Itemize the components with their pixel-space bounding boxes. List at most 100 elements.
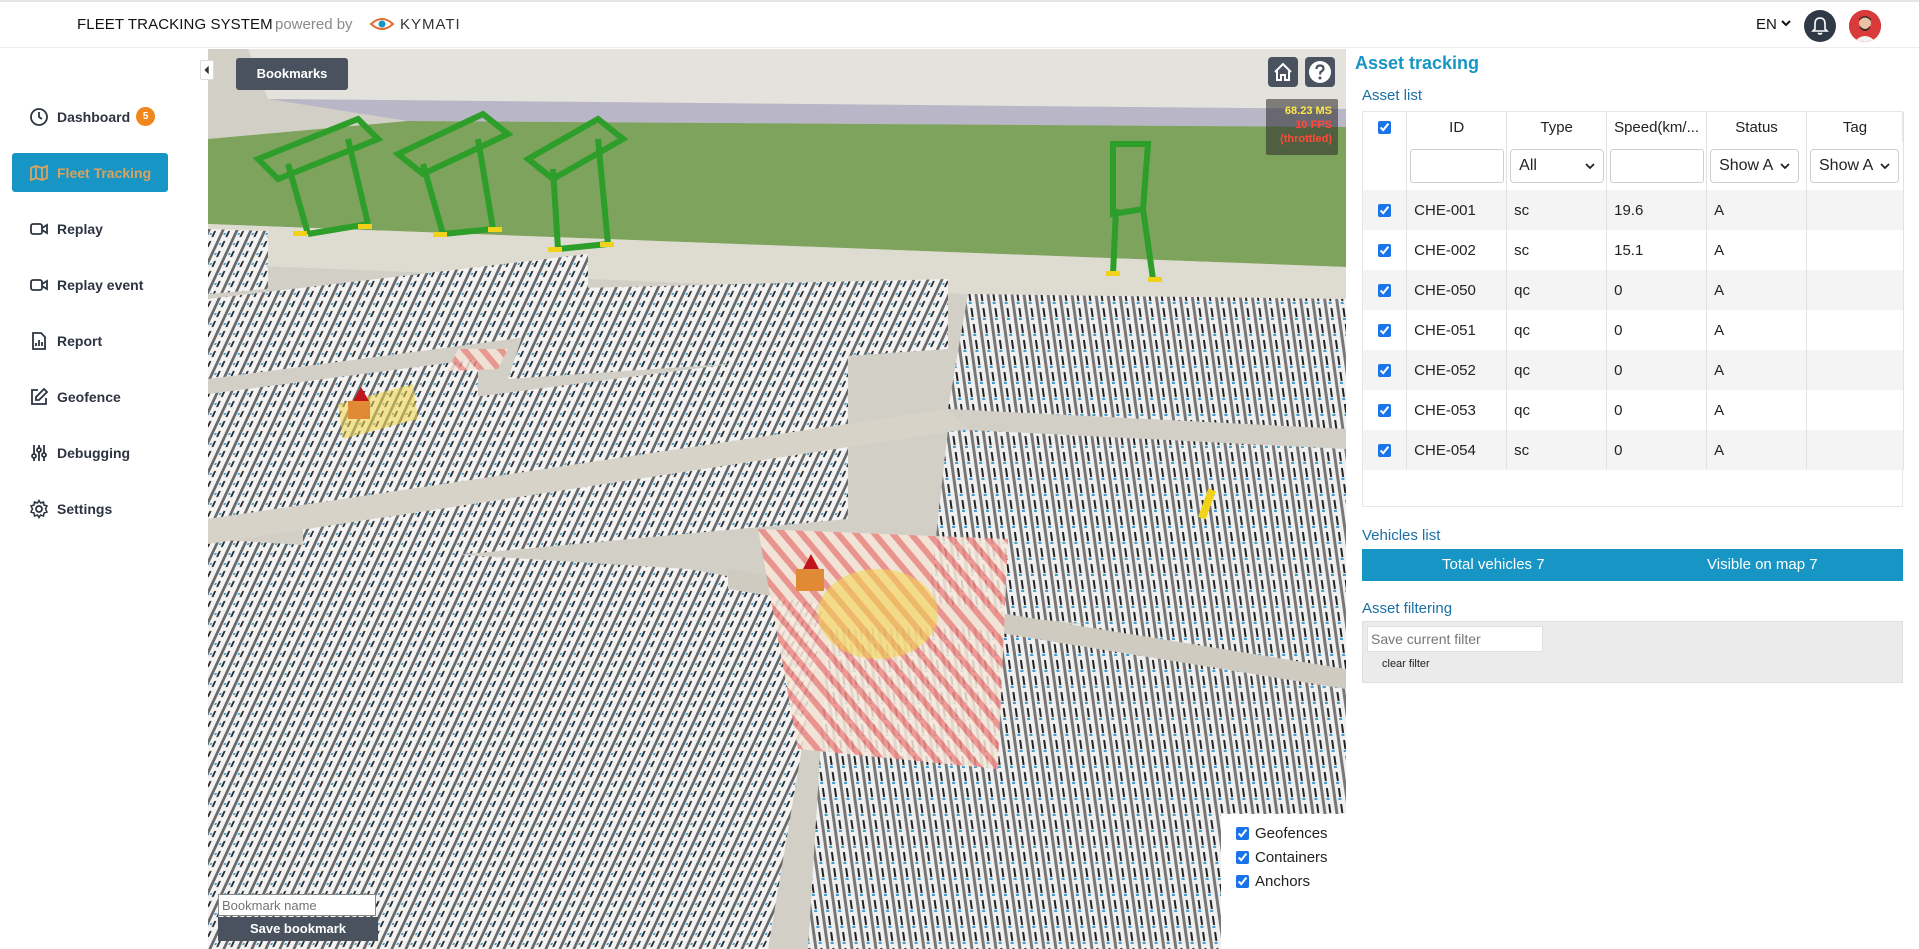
bell-icon[interactable] [1804,10,1836,42]
column-header-tag[interactable]: Tag [1806,112,1904,142]
home-button[interactable] [1268,57,1298,87]
layer-anchors[interactable]: Anchors [1221,873,1310,890]
row-checkbox-cell [1363,430,1408,470]
cell-tag [1806,190,1904,230]
sidebar-item-report[interactable]: Report [12,321,168,360]
row-checkbox-cell [1363,270,1408,310]
status-filter-value: Show A [1719,157,1774,174]
containers-checkbox[interactable] [1236,851,1249,864]
powered-by-text: powered by [275,16,353,33]
top-bar: FLEET TRACKING SYSTEM powered by KYMATI … [0,0,1919,48]
table-row[interactable]: CHE-050 qc 0 A [1363,270,1904,310]
chevron-down-icon [1880,163,1890,170]
status-filter-select[interactable]: Show A [1710,149,1800,183]
row-checkbox[interactable] [1378,284,1392,298]
sidebar-item-fleet-tracking[interactable]: Fleet Tracking [12,153,168,192]
table-row[interactable]: CHE-052 qc 0 A [1363,350,1904,390]
chevron-down-icon [1780,163,1790,170]
throttled-readout: (throttled) [1280,133,1332,145]
select-all-checkbox[interactable] [1378,121,1392,135]
ms-readout: 68.23 MS [1284,105,1332,117]
speed-filter-input[interactable] [1610,149,1705,183]
row-checkbox-cell [1363,350,1408,390]
map-3d-view[interactable]: Bookmarks 68.23 MS 10 FPS (throttled) Ge… [208,49,1346,949]
cell-speed: 19.6 [1606,190,1708,230]
sidebar: Dashboard 5 Fleet Tracking Replay Replay… [0,49,208,949]
asset-table: ID Type Speed(km/... Status Tag All Show… [1362,111,1904,507]
layer-label: Geofences [1255,825,1328,842]
sidebar-item-geofence[interactable]: Geofence [12,377,168,416]
cell-speed: 0 [1606,390,1708,430]
table-row[interactable]: CHE-001 sc 19.6 A [1363,190,1904,230]
row-checkbox[interactable] [1378,404,1392,418]
language-selector[interactable]: EN [1756,16,1777,33]
map-icon [30,164,48,181]
row-checkbox[interactable] [1378,324,1392,338]
cell-id: CHE-054 [1406,430,1508,470]
fps-readout: 10 FPS [1295,119,1332,131]
save-bookmark-button[interactable]: Save bookmark [218,917,378,941]
sidebar-item-debugging[interactable]: Debugging [12,433,168,472]
column-header-speed[interactable]: Speed(km/... [1606,112,1708,142]
gear-icon [29,498,49,519]
question-icon [1309,61,1331,83]
row-checkbox[interactable] [1378,444,1392,458]
bookmark-name-input[interactable] [218,894,376,916]
sidebar-collapse-toggle[interactable] [200,60,214,80]
vehicles-summary-bar: Total vehicles 7 Visible on map 7 [1362,549,1903,581]
cell-type: qc [1506,270,1608,310]
type-filter-select[interactable]: All [1510,149,1605,183]
chevron-down-icon[interactable] [1780,17,1792,29]
row-checkbox-cell [1363,390,1408,430]
total-vehicles-count: Total vehicles 7 [1442,556,1545,573]
sidebar-item-label: Fleet Tracking [57,164,152,181]
notification-badge: 5 [136,107,156,126]
chevron-left-icon [204,65,209,75]
layer-geofences[interactable]: Geofences [1221,825,1328,842]
cell-status: A [1706,270,1807,310]
asset-filtering-label: Asset filtering [1362,600,1453,617]
cell-speed: 0 [1606,430,1708,470]
help-button[interactable] [1305,57,1335,87]
geofences-checkbox[interactable] [1236,827,1249,840]
column-header-status[interactable]: Status [1706,112,1807,142]
layer-label: Containers [1255,849,1328,866]
kymati-logo-text: KYMATI [400,16,461,33]
table-row[interactable]: CHE-051 qc 0 A [1363,310,1904,350]
column-header-id[interactable]: ID [1406,112,1508,142]
save-filter-input[interactable] [1367,626,1543,652]
layer-containers[interactable]: Containers [1221,849,1328,866]
status-filter-cell: Show A [1706,142,1807,190]
sidebar-item-label: Replay [57,220,103,237]
tag-filter-select[interactable]: Show A [1810,149,1899,183]
id-filter-input[interactable] [1410,149,1505,183]
cell-id: CHE-001 [1406,190,1508,230]
column-header-type[interactable]: Type [1506,112,1608,142]
row-checkbox-cell [1363,230,1408,270]
edit-icon [31,387,49,405]
cell-id: CHE-051 [1406,310,1508,350]
anchors-checkbox[interactable] [1236,875,1249,888]
table-row[interactable]: CHE-002 sc 15.1 A [1363,230,1904,270]
id-filter-cell [1406,142,1508,190]
table-row[interactable]: CHE-053 qc 0 A [1363,390,1904,430]
cell-tag [1806,230,1904,270]
sidebar-item-dashboard[interactable]: Dashboard 5 [12,97,168,136]
cell-id: CHE-052 [1406,350,1508,390]
cell-type: sc [1506,230,1608,270]
sidebar-item-settings[interactable]: Settings [12,489,168,528]
asset-filtering-box: clear filter [1362,621,1903,683]
table-row[interactable]: CHE-054 sc 0 A [1363,430,1904,470]
row-checkbox[interactable] [1378,204,1392,218]
app-title: FLEET TRACKING SYSTEM [77,16,273,33]
row-checkbox[interactable] [1378,244,1392,258]
user-avatar[interactable] [1849,10,1881,42]
row-checkbox[interactable] [1378,364,1392,378]
video-icon [30,278,48,291]
cell-speed: 0 [1606,310,1708,350]
cell-id: CHE-053 [1406,390,1508,430]
sidebar-item-replay[interactable]: Replay [12,209,168,248]
sidebar-item-replay-event[interactable]: Replay event [12,265,168,304]
bookmarks-button[interactable]: Bookmarks [236,58,348,90]
clear-filter-button[interactable]: clear filter [1382,658,1430,670]
